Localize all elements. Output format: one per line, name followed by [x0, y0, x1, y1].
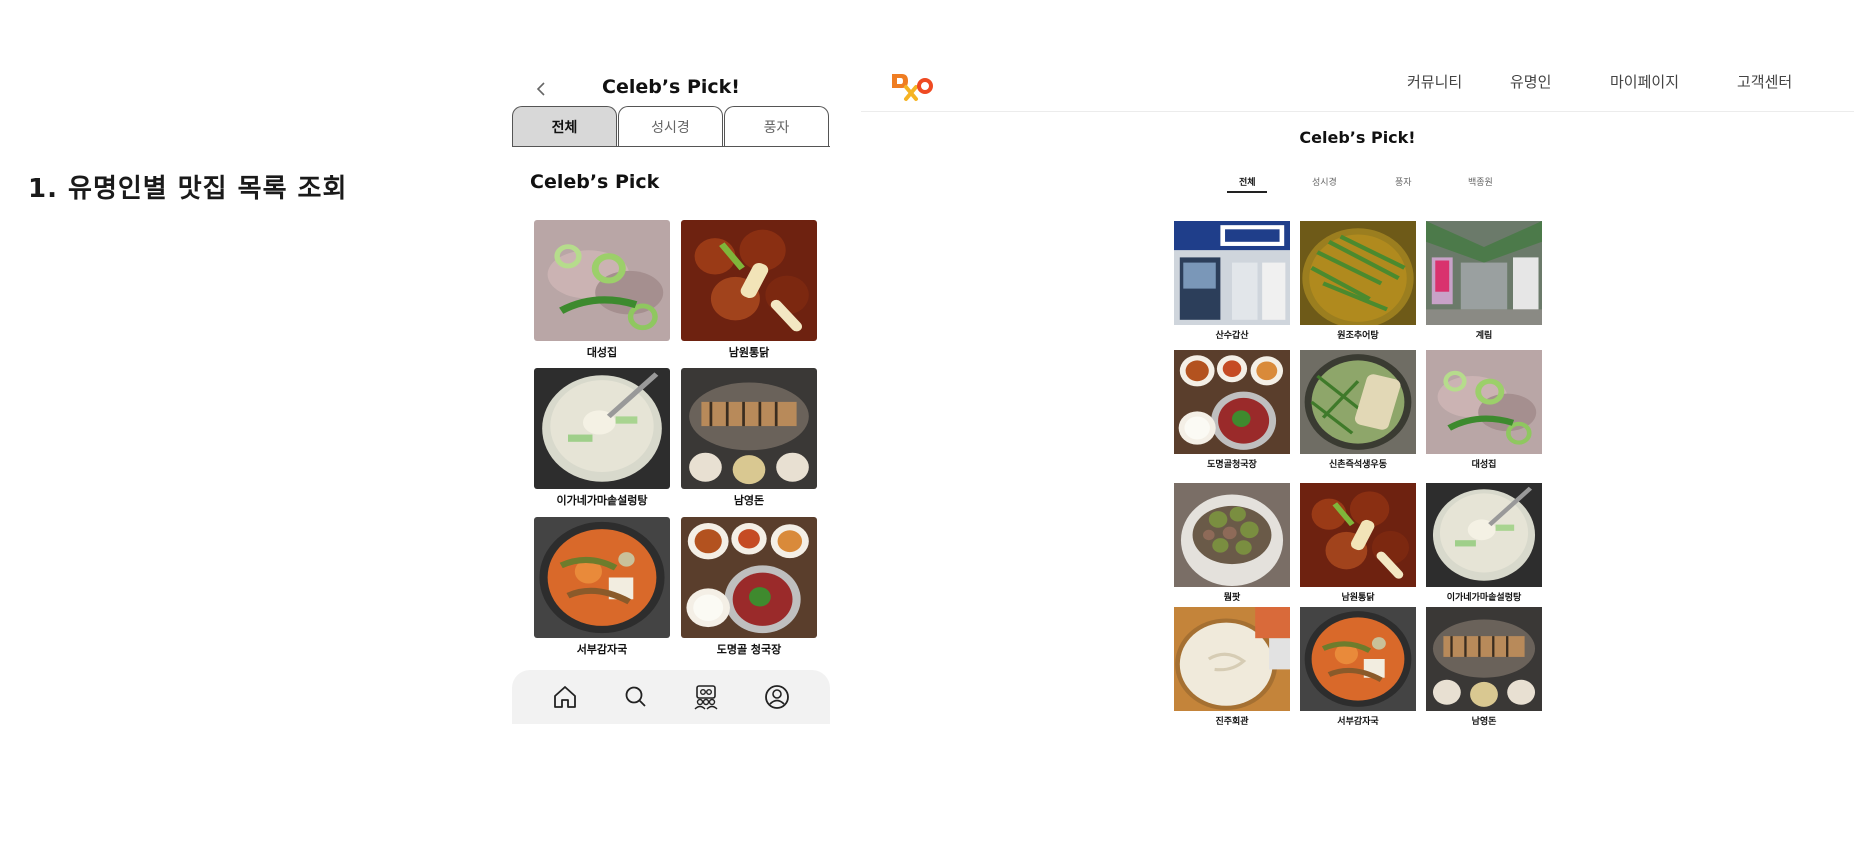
restaurant-card[interactable]: 뭠팟 [1174, 483, 1290, 603]
restaurant-name: 산수갑산 [1215, 331, 1249, 341]
restaurant-photo [534, 368, 670, 489]
section-title: 1. 유명인별 맛집 목록 조회 [28, 174, 348, 204]
restaurant-name: 남원통닭 [728, 346, 770, 359]
nav-community[interactable]: 커뮤니티 [1407, 71, 1462, 92]
restaurant-photo [1300, 483, 1416, 587]
tab-sung-si-kyung[interactable]: 성시경 [618, 106, 723, 147]
restaurant-card[interactable]: 대성집 [534, 220, 670, 360]
restaurant-photo [681, 517, 817, 638]
restaurant-card[interactable]: 이가네가마솥설렁탕 [534, 368, 670, 508]
restaurant-photo [534, 517, 670, 638]
restaurant-card[interactable]: 신촌즉석생우동 [1300, 350, 1416, 470]
restaurant-card[interactable]: 서부감자국 [1300, 607, 1416, 727]
restaurant-card[interactable]: 도명골 청국장 [681, 517, 817, 657]
logo-icon[interactable] [889, 70, 935, 102]
restaurant-photo [1174, 350, 1290, 454]
restaurant-photo [1426, 221, 1542, 325]
restaurant-name: 남영돈 [1471, 717, 1497, 727]
restaurant-name: 도명골청국장 [1207, 460, 1257, 470]
restaurant-name: 신촌즉석생우동 [1329, 460, 1387, 470]
mobile-header: Celeb’s Pick! [512, 72, 830, 106]
mobile-screen: Celeb’s Pick! 전체 성시경 풍자 Celeb’s Pick 대성집… [512, 72, 830, 724]
restaurant-photo [1174, 607, 1290, 711]
restaurant-photo [1426, 483, 1542, 587]
tab-all[interactable]: 전체 [1239, 175, 1256, 188]
restaurant-card[interactable]: 계림 [1426, 221, 1542, 341]
desktop-header: 커뮤니티 유명인 마이페이지 고객센터 [861, 56, 1854, 112]
bottom-nav [512, 670, 830, 724]
restaurant-photo [681, 368, 817, 489]
restaurant-photo [1300, 221, 1416, 325]
mobile-tabs: 전체 성시경 풍자 [512, 106, 830, 147]
tab-all[interactable]: 전체 [512, 106, 617, 147]
nav-customer-center[interactable]: 고객센터 [1737, 71, 1792, 92]
restaurant-photo [534, 220, 670, 341]
restaurant-card[interactable]: 서부감자국 [534, 517, 670, 657]
tab-baek-jong-won[interactable]: 백종원 [1468, 175, 1493, 188]
profile-icon[interactable] [763, 683, 791, 711]
restaurant-name: 대성집 [586, 346, 618, 359]
nav-mypage[interactable]: 마이페이지 [1610, 71, 1679, 92]
nav-celebrity[interactable]: 유명인 [1510, 71, 1551, 92]
restaurant-card[interactable]: 남영돈 [681, 368, 817, 508]
tab-pungja[interactable]: 풍자 [724, 106, 829, 147]
restaurant-card[interactable]: 이가네가마솥설렁탕 [1426, 483, 1542, 603]
restaurant-name: 원조추어탕 [1337, 331, 1379, 341]
home-icon[interactable] [551, 683, 579, 711]
restaurant-photo [1426, 350, 1542, 454]
tab-sung-si-kyung[interactable]: 성시경 [1312, 175, 1337, 188]
restaurant-photo [1426, 607, 1542, 711]
restaurant-card[interactable]: 대성집 [1426, 350, 1542, 470]
search-icon[interactable] [622, 683, 650, 711]
restaurant-photo [1300, 607, 1416, 711]
restaurant-name: 도명골 청국장 [716, 643, 782, 656]
restaurant-name: 이가네가마솥설렁탕 [1446, 593, 1522, 603]
tab-divider [512, 146, 830, 147]
restaurant-name: 뭠팟 [1223, 593, 1241, 603]
restaurant-card[interactable]: 남원통닭 [1300, 483, 1416, 603]
desktop-screen: 커뮤니티 유명인 마이페이지 고객센터 Celeb’s Pick! 전체 성시경… [861, 56, 1854, 736]
restaurant-card[interactable]: 원조추어탕 [1300, 221, 1416, 341]
restaurant-name: 이가네가마솥설렁탕 [556, 494, 648, 507]
restaurant-name: 진주회관 [1215, 717, 1249, 727]
page-title: Celeb’s Pick! [602, 76, 740, 98]
restaurant-card[interactable]: 산수갑산 [1174, 221, 1290, 341]
restaurant-name: 남원통닭 [1341, 593, 1375, 603]
restaurant-card[interactable]: 남영돈 [1426, 607, 1542, 727]
tab-pungja[interactable]: 풍자 [1395, 175, 1412, 188]
page-title: Celeb’s Pick! [1299, 128, 1416, 147]
restaurant-card[interactable]: 진주회관 [1174, 607, 1290, 727]
restaurant-name: 서부감자국 [1337, 717, 1379, 727]
restaurant-photo [1300, 350, 1416, 454]
active-tab-underline [1227, 191, 1267, 193]
restaurant-name: 대성집 [1471, 460, 1497, 470]
community-icon[interactable] [692, 683, 720, 711]
section-subtitle: Celeb’s Pick [530, 171, 660, 193]
restaurant-name: 남영돈 [733, 494, 765, 507]
restaurant-name: 서부감자국 [576, 643, 628, 656]
restaurant-photo [681, 220, 817, 341]
restaurant-name: 계림 [1475, 331, 1493, 341]
restaurant-card[interactable]: 도명골청국장 [1174, 350, 1290, 470]
restaurant-card[interactable]: 남원통닭 [681, 220, 817, 360]
restaurant-photo [1174, 221, 1290, 325]
restaurant-photo [1174, 483, 1290, 587]
